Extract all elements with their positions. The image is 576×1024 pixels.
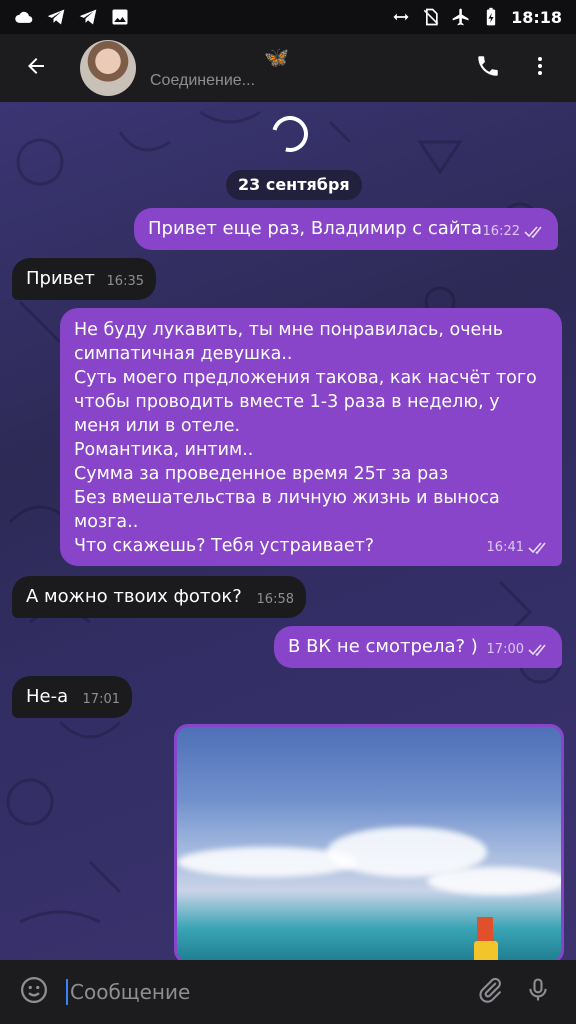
message-input[interactable]: Сообщение [70, 980, 466, 1004]
telegram-icon [46, 7, 66, 27]
message-text: А можно твоих фоток? [26, 586, 242, 607]
microphone-icon [524, 976, 552, 1009]
message-bubble-outgoing[interactable]: Привет еще раз, Владимир с сайта 16:22 [134, 208, 558, 250]
back-arrow-icon [24, 54, 48, 83]
message-meta: 16:41 [487, 536, 550, 560]
chat-header: ᅠᅠᅠᅠᅠᅠ 🦋 Соединение... [0, 34, 576, 102]
message-meta: 16:22 [483, 220, 546, 244]
message-meta: 17:00 [487, 638, 550, 662]
paperclip-icon [476, 976, 504, 1009]
message-bubble-outgoing[interactable]: Не буду лукавить, ты мне понравилась, оч… [60, 308, 562, 566]
status-bar: 18:18 [0, 0, 576, 34]
message-meta: 16:58 [257, 588, 294, 612]
telegram-icon [78, 7, 98, 27]
contact-name-text: ᅠᅠᅠᅠᅠᅠ [150, 45, 261, 69]
clock: 18:18 [511, 7, 562, 27]
avatar[interactable] [80, 40, 136, 96]
connection-status: Соединение... [150, 72, 256, 89]
chat-title[interactable]: ᅠᅠᅠᅠᅠᅠ 🦋 Соединение... [150, 44, 462, 92]
message-bubble-incoming[interactable]: Привет 16:35 [12, 258, 156, 300]
message-time: 16:22 [482, 224, 520, 239]
message-time: 17:01 [82, 692, 120, 707]
more-vertical-icon [528, 54, 552, 83]
photo-flag-base [474, 941, 498, 960]
message-bubble-outgoing[interactable]: В ВК не смотрела? ) 17:00 [274, 626, 562, 668]
image-icon [110, 7, 130, 27]
back-button[interactable] [10, 42, 62, 94]
battery-charging-icon [481, 7, 501, 27]
text-cursor [66, 979, 68, 1005]
data-saver-icon [391, 7, 411, 27]
read-checks-icon [528, 644, 546, 656]
more-menu-button[interactable] [514, 42, 566, 94]
no-sim-icon [421, 7, 441, 27]
message-time: 16:58 [256, 592, 294, 607]
voice-record-button[interactable] [514, 968, 562, 1016]
photo-message[interactable] [174, 724, 564, 960]
chat-area[interactable]: 23 сентября Привет еще раз, Владимир с с… [0, 102, 576, 960]
emoji-button[interactable] [14, 972, 54, 1012]
attach-button[interactable] [466, 968, 514, 1016]
message-time: 16:41 [486, 540, 524, 555]
butterfly-emoji: 🦋 [264, 45, 290, 69]
call-button[interactable] [462, 42, 514, 94]
contact-name: ᅠᅠᅠᅠᅠᅠ 🦋 [150, 44, 462, 70]
message-meta: 16:35 [107, 270, 144, 294]
date-separator: 23 сентября [226, 170, 362, 200]
message-meta: 17:01 [83, 688, 120, 712]
emoji-icon [19, 975, 49, 1010]
airplane-icon [451, 7, 471, 27]
photo-cloud [427, 867, 561, 895]
message-bubble-incoming[interactable]: Не-а 17:01 [12, 676, 132, 718]
phone-icon [475, 53, 501, 84]
message-time: 17:00 [486, 642, 524, 657]
message-input-bar: Сообщение [0, 960, 576, 1024]
cloud-icon [14, 7, 34, 27]
message-time: 16:35 [106, 274, 144, 289]
read-checks-icon [524, 226, 542, 238]
message-bubble-incoming[interactable]: А можно твоих фоток? 16:58 [12, 576, 306, 618]
read-checks-icon [528, 542, 546, 554]
message-text: Не буду лукавить, ты мне понравилась, оч… [74, 320, 537, 556]
